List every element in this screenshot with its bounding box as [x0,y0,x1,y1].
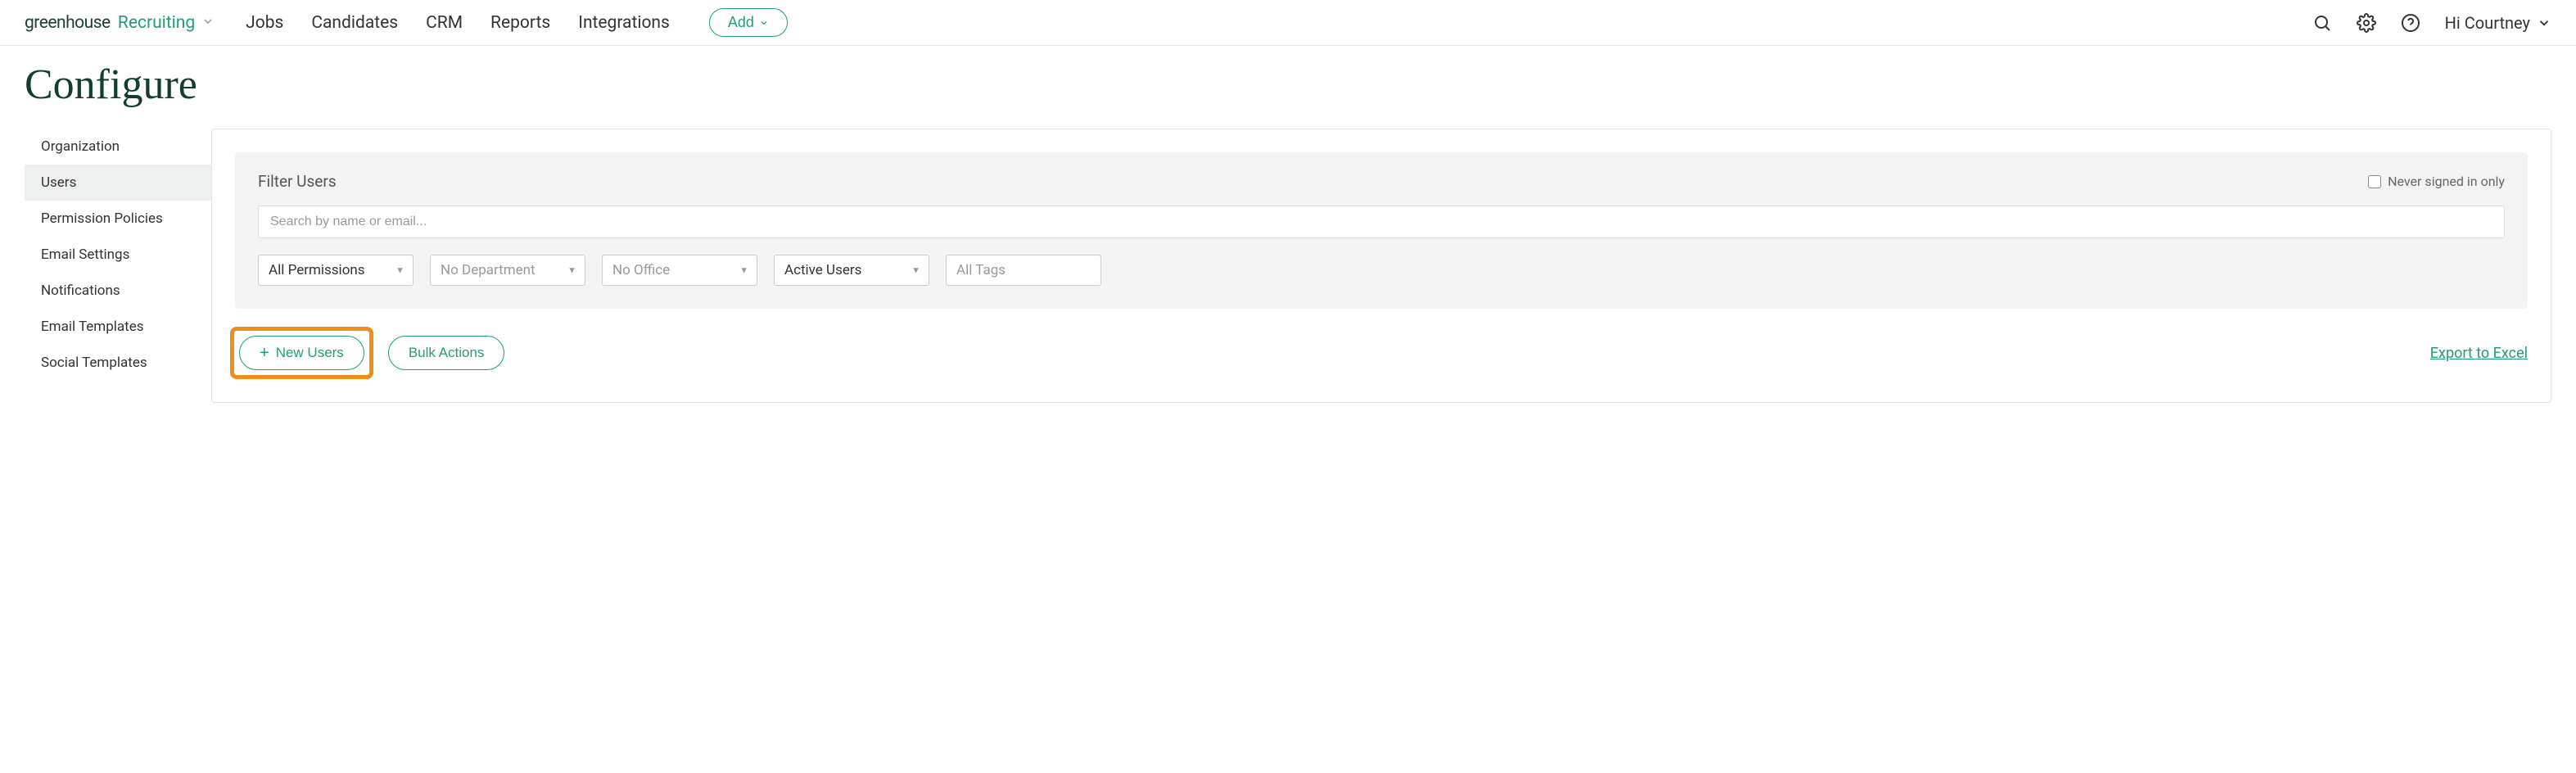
nav-jobs[interactable]: Jobs [246,13,283,33]
chevron-down-icon[interactable] [201,13,215,33]
department-select[interactable]: No Department ▼ [430,255,585,286]
bulk-actions-button[interactable]: Bulk Actions [388,336,505,370]
nav-links: Jobs Candidates CRM Reports Integrations [246,13,670,33]
sidebar-item-label: Organization [41,138,120,155]
gear-icon[interactable] [2357,13,2376,33]
triangle-down-icon: ▼ [911,265,920,276]
select-value: All Permissions [269,262,365,278]
checkbox-icon[interactable] [2368,175,2381,188]
sidebar-item-label: Email Settings [41,246,129,263]
sidebar-item-label: Email Templates [41,319,144,335]
sidebar-item-users[interactable]: Users [25,165,211,201]
sidebar-item-organization[interactable]: Organization [25,129,211,165]
highlight-box: + New Users [230,327,373,379]
sidebar: Organization Users Permission Policies E… [25,129,211,381]
add-button-label: Add [728,14,754,31]
greeting-text: Hi Courtney [2445,13,2530,33]
triangle-down-icon: ▼ [395,265,404,276]
new-users-label: New Users [276,345,344,361]
select-value: No Office [612,262,670,278]
select-value: No Department [441,262,536,278]
sidebar-item-label: Social Templates [41,355,147,371]
logo-greenhouse: greenhouse [25,13,111,33]
sidebar-item-label: Notifications [41,283,120,299]
sidebar-item-permission-policies[interactable]: Permission Policies [25,201,211,237]
page-title: Configure [0,46,2576,129]
nav-integrations[interactable]: Integrations [578,13,670,33]
filter-panel: Filter Users Never signed in only All Pe… [235,152,2528,309]
nav-candidates[interactable]: Candidates [311,13,398,33]
help-icon[interactable] [2401,13,2420,33]
filters-row: All Permissions ▼ No Department ▼ No Off… [258,255,2505,286]
top-icons: Hi Courtney [2312,13,2551,33]
sidebar-item-email-templates[interactable]: Email Templates [25,309,211,345]
layout: Organization Users Permission Policies E… [0,129,2576,427]
top-nav: greenhouse Recruiting Jobs Candidates CR… [0,0,2576,46]
user-greeting[interactable]: Hi Courtney [2445,13,2551,33]
select-value: Active Users [784,262,861,278]
plus-icon: + [260,345,269,361]
logo-recruiting: Recruiting [118,13,195,33]
chevron-down-icon [2537,16,2551,30]
new-users-button[interactable]: + New Users [239,336,364,370]
select-value: All Tags [956,262,1006,278]
triangle-down-icon: ▼ [739,265,748,276]
main-panel: Filter Users Never signed in only All Pe… [211,129,2551,403]
sidebar-item-notifications[interactable]: Notifications [25,273,211,309]
never-signed-in-checkbox[interactable]: Never signed in only [2368,174,2505,189]
chevron-down-icon [759,18,769,28]
bulk-actions-label: Bulk Actions [409,345,485,361]
nav-reports[interactable]: Reports [490,13,550,33]
tags-select[interactable]: All Tags [946,255,1101,286]
status-select[interactable]: Active Users ▼ [774,255,929,286]
sidebar-item-social-templates[interactable]: Social Templates [25,345,211,381]
sidebar-item-label: Users [41,174,76,191]
search-input[interactable] [258,206,2505,238]
sidebar-item-email-settings[interactable]: Email Settings [25,237,211,273]
filter-header: Filter Users Never signed in only [258,172,2505,191]
filter-title: Filter Users [258,172,337,191]
search-icon[interactable] [2312,13,2332,33]
sidebar-item-label: Permission Policies [41,210,163,227]
logo[interactable]: greenhouse Recruiting [25,13,215,33]
actions-row: + New Users Bulk Actions Export to Excel [235,327,2528,379]
export-to-excel-link[interactable]: Export to Excel [2430,345,2528,362]
never-signed-in-label: Never signed in only [2388,174,2505,189]
add-button[interactable]: Add [709,8,788,37]
nav-crm[interactable]: CRM [426,13,463,33]
office-select[interactable]: No Office ▼ [602,255,757,286]
triangle-down-icon: ▼ [567,265,576,276]
permissions-select[interactable]: All Permissions ▼ [258,255,414,286]
